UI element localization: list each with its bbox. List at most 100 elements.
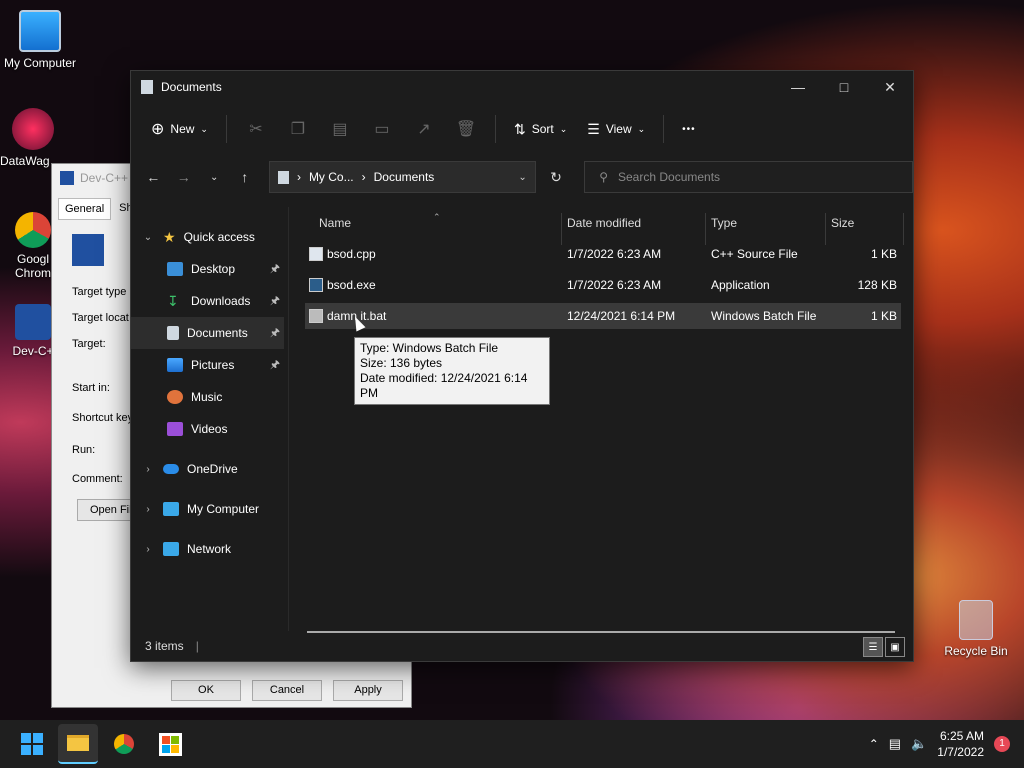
file-name: bsod.cpp: [327, 247, 376, 261]
pictures-icon: [167, 358, 183, 372]
breadcrumb-documents[interactable]: Documents: [374, 170, 435, 184]
tab-general[interactable]: General: [58, 198, 112, 220]
sidebar-item-music[interactable]: Music: [131, 381, 284, 413]
sidebar-item-label: Downloads: [191, 294, 251, 308]
view-button[interactable]: ☰ View ⌄: [579, 111, 653, 147]
tiles-view-icon[interactable]: ▣: [885, 637, 905, 657]
label-start-in: Start in:: [72, 382, 110, 394]
notification-badge[interactable]: 1: [994, 736, 1010, 752]
chevron-down-icon: ⌄: [559, 123, 568, 134]
up-arrow-icon[interactable]: ↑: [230, 162, 258, 192]
search-input[interactable]: [618, 170, 898, 184]
sidebar-item-pictures[interactable]: Pictures 🖈: [131, 349, 284, 381]
chevron-right-icon[interactable]: ›: [141, 504, 155, 515]
column-header-date[interactable]: Date modified: [567, 207, 641, 239]
sidebar-item-label: Quick access: [183, 230, 255, 244]
delete-icon[interactable]: 🗑: [447, 111, 485, 147]
pin-icon[interactable]: 🖈: [270, 260, 280, 279]
rename-icon[interactable]: ▭: [363, 111, 401, 147]
chevron-right-icon[interactable]: ›: [141, 544, 155, 555]
desktop-icon-recycle-bin[interactable]: Recycle Bin: [936, 600, 1016, 658]
desktop-icon-chrome[interactable]: Googl Chrom: [10, 212, 56, 280]
plus-circle-icon: ⊕: [151, 121, 165, 138]
label-target-location: Target locat: [72, 312, 129, 324]
taskbar-store[interactable]: [150, 724, 190, 764]
properties-title: Dev-C++: [80, 171, 129, 185]
sidebar-item-onedrive[interactable]: › OneDrive: [131, 453, 284, 485]
column-header-size[interactable]: Size: [831, 207, 854, 239]
minimize-button[interactable]: —: [775, 71, 821, 103]
tooltip-type: Type: Windows Batch File: [360, 341, 499, 355]
more-options-button[interactable]: •••: [674, 111, 704, 147]
taskbar-file-explorer[interactable]: [58, 724, 98, 764]
sort-arrows-icon: ⇅: [513, 120, 526, 137]
open-file-location-button[interactable]: Open Fil: [77, 499, 137, 521]
sidebar-item-quick-access[interactable]: ⌄ ★ Quick access: [131, 221, 284, 253]
chevron-down-icon[interactable]: ⌄: [518, 172, 526, 183]
label-comment: Comment:: [72, 473, 123, 485]
breadcrumb-my-computer[interactable]: My Co...: [309, 170, 354, 184]
chevron-right-icon[interactable]: ›: [141, 464, 155, 475]
sort-button[interactable]: ⇅ Sort ⌄: [506, 111, 575, 147]
tooltip-date: Date modified: 12/24/2021 6:14 PM: [360, 371, 528, 400]
apply-button[interactable]: Apply: [333, 680, 403, 701]
file-type: Windows Batch File: [711, 309, 817, 323]
maximize-button[interactable]: □: [821, 71, 867, 103]
label-shortcut-key: Shortcut key: [72, 412, 134, 424]
details-view-icon[interactable]: ☰: [863, 637, 883, 657]
pin-icon[interactable]: 🖈: [270, 324, 280, 343]
desktop-icon-my-computer[interactable]: My Computer: [0, 10, 80, 70]
chevron-down-icon[interactable]: ⌄: [141, 232, 155, 243]
desktop-icon-label: Googl Chrom: [14, 252, 51, 280]
close-button[interactable]: ✕: [867, 71, 913, 103]
copy-icon[interactable]: ❐: [279, 111, 317, 147]
forward-arrow-icon[interactable]: →: [169, 162, 197, 192]
sidebar-item-desktop[interactable]: Desktop 🖈: [131, 253, 284, 285]
recent-chevron-icon[interactable]: ⌄: [200, 162, 228, 192]
sort-label: Sort: [531, 122, 554, 136]
sidebar-item-label: My Computer: [187, 502, 260, 516]
cut-icon[interactable]: ✂: [237, 111, 275, 147]
file-type: Application: [711, 278, 770, 292]
taskbar-chrome[interactable]: [104, 724, 144, 764]
desktop-icon-devcpp[interactable]: Dev-C+: [10, 304, 56, 358]
chrome-icon: [114, 734, 134, 754]
table-row[interactable]: damn it.bat 12/24/2021 6:14 PM Windows B…: [305, 303, 901, 329]
address-bar[interactable]: › My Co... › Documents ⌄: [268, 161, 536, 193]
back-arrow-icon[interactable]: ←: [139, 162, 167, 192]
file-size: 1 KB: [870, 247, 897, 261]
videos-icon: [167, 422, 183, 436]
explorer-title-bar[interactable]: Documents — □ ✕: [131, 71, 913, 103]
network-icon[interactable]: ▤: [889, 736, 901, 752]
column-header-type[interactable]: Type: [711, 207, 737, 239]
clock[interactable]: 6:25 AM 1/7/2022: [937, 728, 984, 760]
pin-icon[interactable]: 🖈: [270, 356, 280, 375]
volume-icon[interactable]: 🔈: [911, 736, 927, 752]
sidebar-item-documents[interactable]: Documents 🖈: [131, 317, 284, 349]
search-box[interactable]: ⚲: [584, 161, 913, 193]
sidebar-item-videos[interactable]: Videos: [131, 413, 284, 445]
table-row[interactable]: bsod.cpp 1/7/2022 6:23 AM C++ Source Fil…: [305, 241, 901, 267]
start-button[interactable]: [12, 724, 52, 764]
sidebar-item-downloads[interactable]: ↧ Downloads 🖈: [131, 285, 284, 317]
application-icon: [309, 278, 323, 292]
cancel-button[interactable]: Cancel: [252, 680, 322, 701]
desktop-icon-datawag[interactable]: DataWag: [0, 108, 54, 168]
column-header-name[interactable]: Name: [319, 207, 351, 239]
sidebar-item-network[interactable]: › Network: [131, 533, 284, 565]
file-type: C++ Source File: [711, 247, 798, 261]
new-button[interactable]: ⊕ New ⌄: [143, 111, 216, 147]
refresh-icon[interactable]: ↻: [542, 162, 570, 192]
label-run: Run:: [72, 444, 96, 456]
share-icon[interactable]: ↗: [405, 111, 443, 147]
item-count: 3 items: [145, 639, 184, 653]
sidebar-item-my-computer[interactable]: › My Computer: [131, 493, 284, 525]
paste-icon[interactable]: ▤: [321, 111, 359, 147]
chevron-up-icon[interactable]: ⌃: [869, 737, 879, 751]
breadcrumb-separator-icon: ›: [361, 170, 366, 184]
table-row[interactable]: bsod.exe 1/7/2022 6:23 AM Application 12…: [305, 272, 901, 298]
tooltip-size: Size: 136 bytes: [360, 356, 443, 370]
pin-icon[interactable]: 🖈: [270, 292, 280, 311]
ok-button[interactable]: OK: [171, 680, 241, 701]
star-icon: ★: [163, 228, 176, 245]
